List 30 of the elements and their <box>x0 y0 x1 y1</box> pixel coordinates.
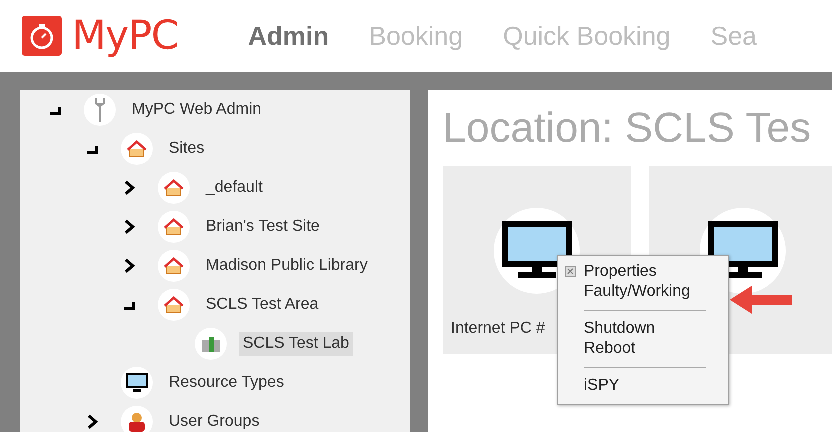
expand-icon[interactable] <box>85 414 101 430</box>
expand-icon[interactable] <box>122 180 138 196</box>
monitor-icon <box>126 372 148 392</box>
nav-tab[interactable]: Admin <box>248 20 330 52</box>
properties-icon <box>565 266 576 277</box>
tree-item[interactable]: SCLS Test Lab <box>239 332 354 356</box>
tree-item[interactable]: _default <box>202 176 267 200</box>
tree-item[interactable]: Sites <box>165 136 209 160</box>
tree-item[interactable]: Brian's Test Site <box>202 214 324 238</box>
house-icon <box>164 178 184 196</box>
tree-item[interactable]: Madison Public Library <box>202 254 372 278</box>
logo-text: MyPC <box>72 13 178 59</box>
tree-item[interactable]: User Groups <box>165 410 264 432</box>
tree-item[interactable]: Resource Types <box>165 370 288 394</box>
house-icon <box>164 296 184 314</box>
menu-item[interactable]: iSPY <box>558 376 728 396</box>
house-icon <box>127 140 147 158</box>
building-icon <box>201 336 221 352</box>
expand-icon[interactable] <box>122 218 138 234</box>
stopwatch-logo-icon <box>22 16 62 56</box>
computer-name: Internet PC # <box>451 320 546 338</box>
wrench-icon <box>94 96 106 122</box>
house-icon <box>164 256 184 274</box>
page-title: Location: SCLS Tes <box>443 104 812 152</box>
monitor-icon <box>502 221 572 281</box>
expand-icon[interactable] <box>122 258 138 274</box>
monitor-icon <box>708 221 778 281</box>
house-icon <box>164 218 184 236</box>
tree-item[interactable]: MyPC Web Admin <box>128 98 266 122</box>
tree-item[interactable]: SCLS Test Area <box>202 292 323 316</box>
